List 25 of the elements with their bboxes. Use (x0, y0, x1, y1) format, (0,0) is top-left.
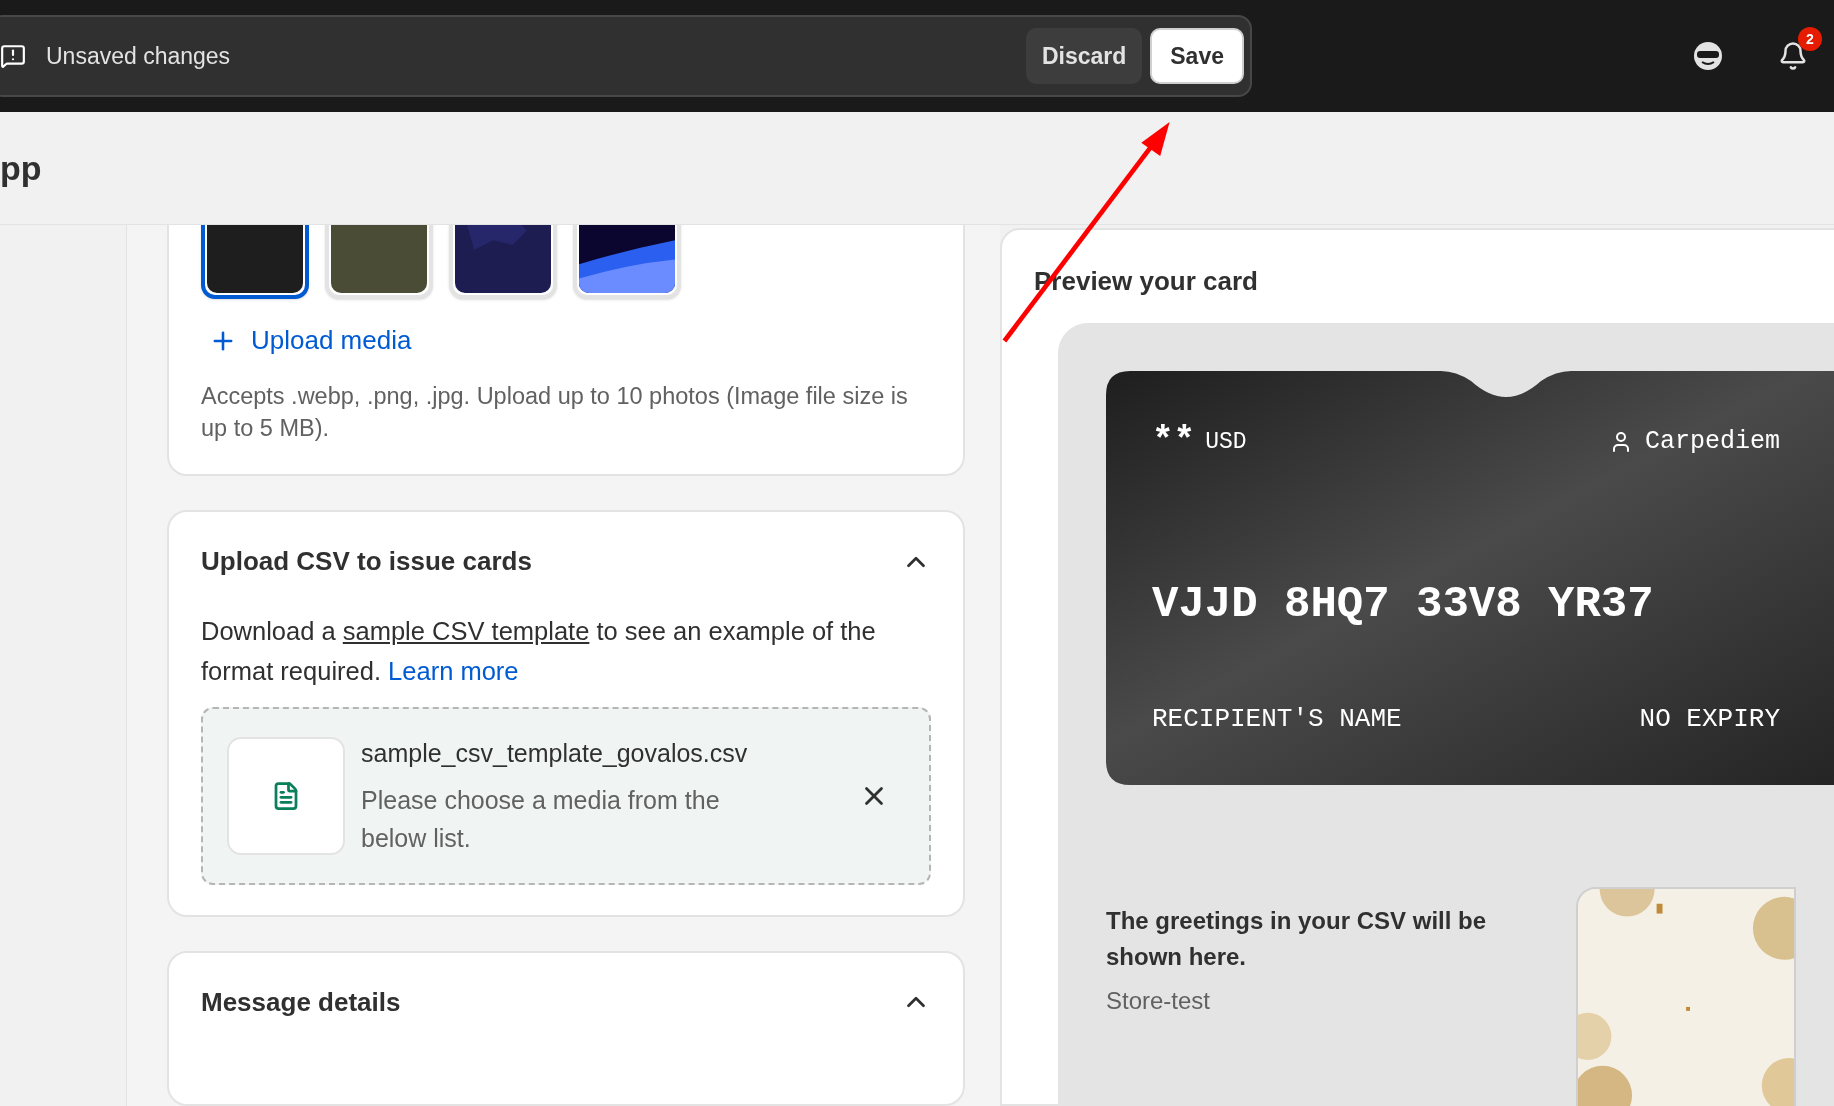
notification-count: 2 (1798, 27, 1822, 51)
greeting-text: The greetings in your CSV will be shown here. (1106, 906, 1488, 972)
card-currency: USD (1205, 427, 1247, 457)
save-button[interactable]: Save (1150, 28, 1244, 84)
card-store-name: Carpediem (1644, 426, 1780, 458)
alert-icon (0, 43, 26, 69)
learn-more-link[interactable]: Learn more (388, 657, 519, 685)
upload-help-text: Accepts .webp, .png, .jpg. Upload up to 10 photos (Image file size is up to 5 MB). (201, 382, 909, 443)
avatar-icon[interactable] (1692, 40, 1724, 72)
sample-template-link[interactable]: sample CSV template (342, 617, 590, 645)
unsaved-message: Unsaved changes (46, 41, 231, 71)
section-title: Message details (201, 985, 401, 1019)
upload-media-link[interactable]: Upload media (209, 321, 412, 360)
discard-button[interactable]: Discard (1025, 28, 1143, 84)
sender-name: Store-test (1106, 986, 1212, 1016)
card-balance: ** (1152, 423, 1196, 460)
card-expiry: NO EXPIRY (1639, 703, 1780, 736)
file-name: sample_csv_template_govalos.csv (361, 738, 749, 769)
csv-instructions: Download a sample CSV template to see an example of the format required. Learn more (201, 616, 877, 687)
card-code: VJJD 8HQ7 33V8 YR37 (1152, 577, 1655, 631)
recipient-name: RECIPIENT'S NAME (1152, 703, 1402, 736)
page-title: pp (0, 147, 42, 189)
section-title: Upload CSV to issue cards (201, 545, 532, 578)
file-error-message: Please choose a media from the below list. (361, 784, 721, 854)
notification-bell-icon[interactable] (1778, 41, 1808, 71)
